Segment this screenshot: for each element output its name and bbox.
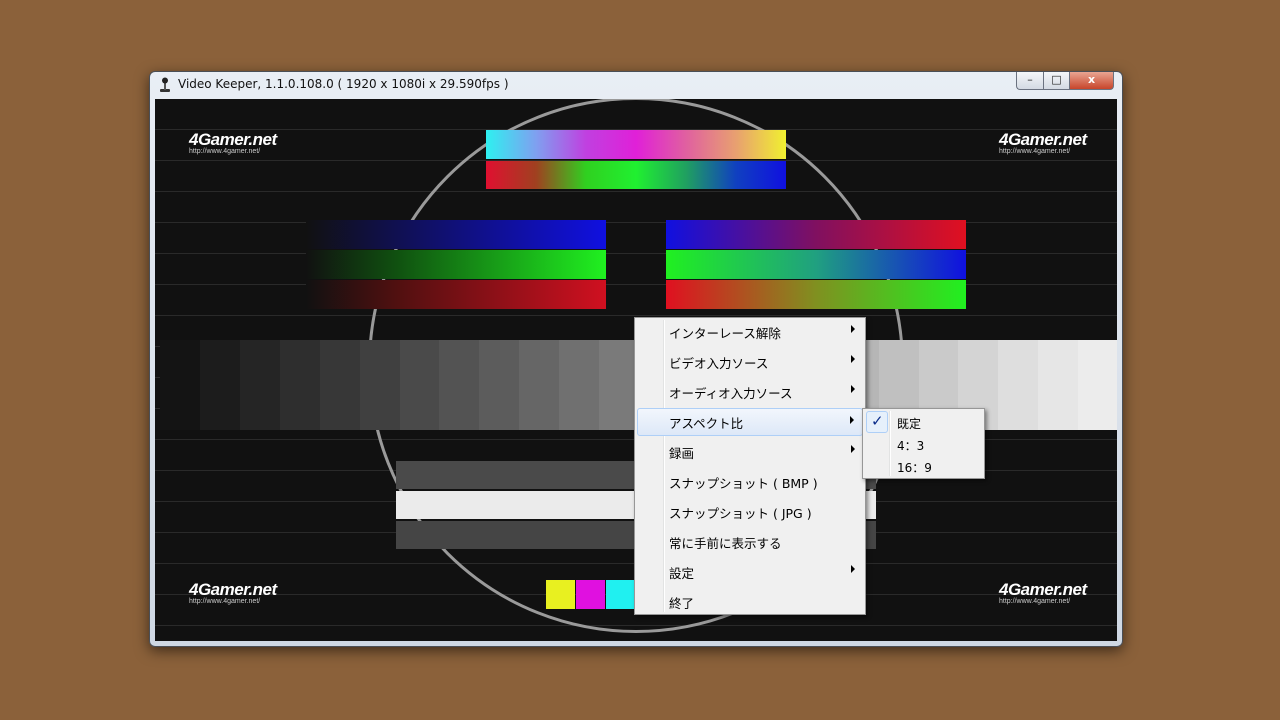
red-fade-bar (306, 280, 606, 309)
menu-item-label: 終了 (669, 596, 695, 611)
logo-url: http://www.4gamer.net/ (189, 148, 261, 155)
hue-bar (486, 130, 786, 159)
menu-item-label: スナップショット ( BMP ) (669, 476, 818, 491)
menu-item-label: 設定 (669, 566, 695, 581)
submenu-item-label: 16：9 (897, 461, 932, 475)
logo-text: 4Gamer.net (999, 130, 1087, 149)
submenu-arrow-icon (850, 416, 854, 424)
cyan-swatch (606, 580, 635, 609)
menu-item-snapshot-bmp[interactable]: スナップショット ( BMP ) (637, 468, 863, 496)
context-menu: インターレース解除 ビデオ入力ソース オーディオ入力ソース アスペクト比 録画 … (634, 317, 866, 615)
blue-fade-bar (306, 220, 606, 249)
menu-item-label: スナップショット ( JPG ) (669, 506, 812, 521)
menu-item-label: ビデオ入力ソース (669, 356, 769, 371)
caption-buttons: – □ x (1016, 72, 1114, 90)
menu-item-label: インターレース解除 (669, 326, 781, 341)
submenu-arrow-icon (851, 385, 855, 393)
submenu-item-label: 4：3 (897, 439, 925, 453)
logo-text: 4Gamer.net (189, 580, 277, 599)
logo-bottom-left: 4Gamer.net http://www.4gamer.net/ (189, 581, 289, 606)
menu-item-settings[interactable]: 設定 (637, 558, 863, 586)
menu-item-record[interactable]: 録画 (637, 438, 863, 466)
menu-item-audio-source[interactable]: オーディオ入力ソース (637, 378, 863, 406)
green-blue-bar (666, 250, 966, 279)
menu-item-exit[interactable]: 終了 (637, 588, 863, 616)
logo-url: http://www.4gamer.net/ (189, 598, 261, 605)
menu-item-label: 常に手前に表示する (669, 536, 782, 551)
submenu-arrow-icon (851, 565, 855, 573)
checkmark-icon: ✓ (871, 412, 884, 430)
blue-red-bar (666, 220, 966, 249)
menu-item-aspect-ratio[interactable]: アスペクト比 (637, 408, 863, 436)
logo-top-left: 4Gamer.net http://www.4gamer.net/ (189, 131, 289, 156)
menu-item-label: オーディオ入力ソース (669, 386, 793, 401)
submenu-item-16-9[interactable]: 16：9 (865, 455, 982, 477)
close-button[interactable]: x (1070, 72, 1114, 90)
submenu-arrow-icon (851, 355, 855, 363)
yellow-swatch (546, 580, 575, 609)
logo-bottom-right: 4Gamer.net http://www.4gamer.net/ (999, 581, 1099, 606)
title-bar[interactable]: Video Keeper, 1.1.0.108.0 ( 1920 x 1080i… (150, 72, 1122, 98)
green-fade-bar (306, 250, 606, 279)
red-green-bar (666, 280, 966, 309)
minimize-button[interactable]: – (1016, 72, 1043, 90)
menu-item-label: 録画 (669, 446, 695, 461)
menu-item-deinterlace[interactable]: インターレース解除 (637, 318, 863, 346)
submenu-item-label: 既定 (897, 417, 922, 431)
window-title: Video Keeper, 1.1.0.108.0 ( 1920 x 1080i… (178, 77, 509, 91)
aspect-ratio-submenu: ✓ 既定 4：3 16：9 (862, 408, 985, 479)
submenu-item-4-3[interactable]: 4：3 (865, 433, 982, 455)
check-indicator: ✓ (866, 411, 888, 433)
menu-item-always-on-top[interactable]: 常に手前に表示する (637, 528, 863, 556)
logo-text: 4Gamer.net (189, 130, 277, 149)
menu-item-label: アスペクト比 (669, 416, 744, 431)
menu-item-video-source[interactable]: ビデオ入力ソース (637, 348, 863, 376)
logo-url: http://www.4gamer.net/ (999, 598, 1071, 605)
logo-url: http://www.4gamer.net/ (999, 148, 1071, 155)
rgb-transition-bar (486, 161, 786, 189)
submenu-item-default[interactable]: ✓ 既定 (865, 411, 982, 433)
menu-item-snapshot-jpg[interactable]: スナップショット ( JPG ) (637, 498, 863, 526)
magenta-swatch (576, 580, 605, 609)
submenu-arrow-icon (851, 325, 855, 333)
maximize-button[interactable]: □ (1043, 72, 1070, 90)
joystick-icon (160, 77, 170, 92)
logo-top-right: 4Gamer.net http://www.4gamer.net/ (999, 131, 1099, 156)
logo-text: 4Gamer.net (999, 580, 1087, 599)
submenu-arrow-icon (851, 445, 855, 453)
